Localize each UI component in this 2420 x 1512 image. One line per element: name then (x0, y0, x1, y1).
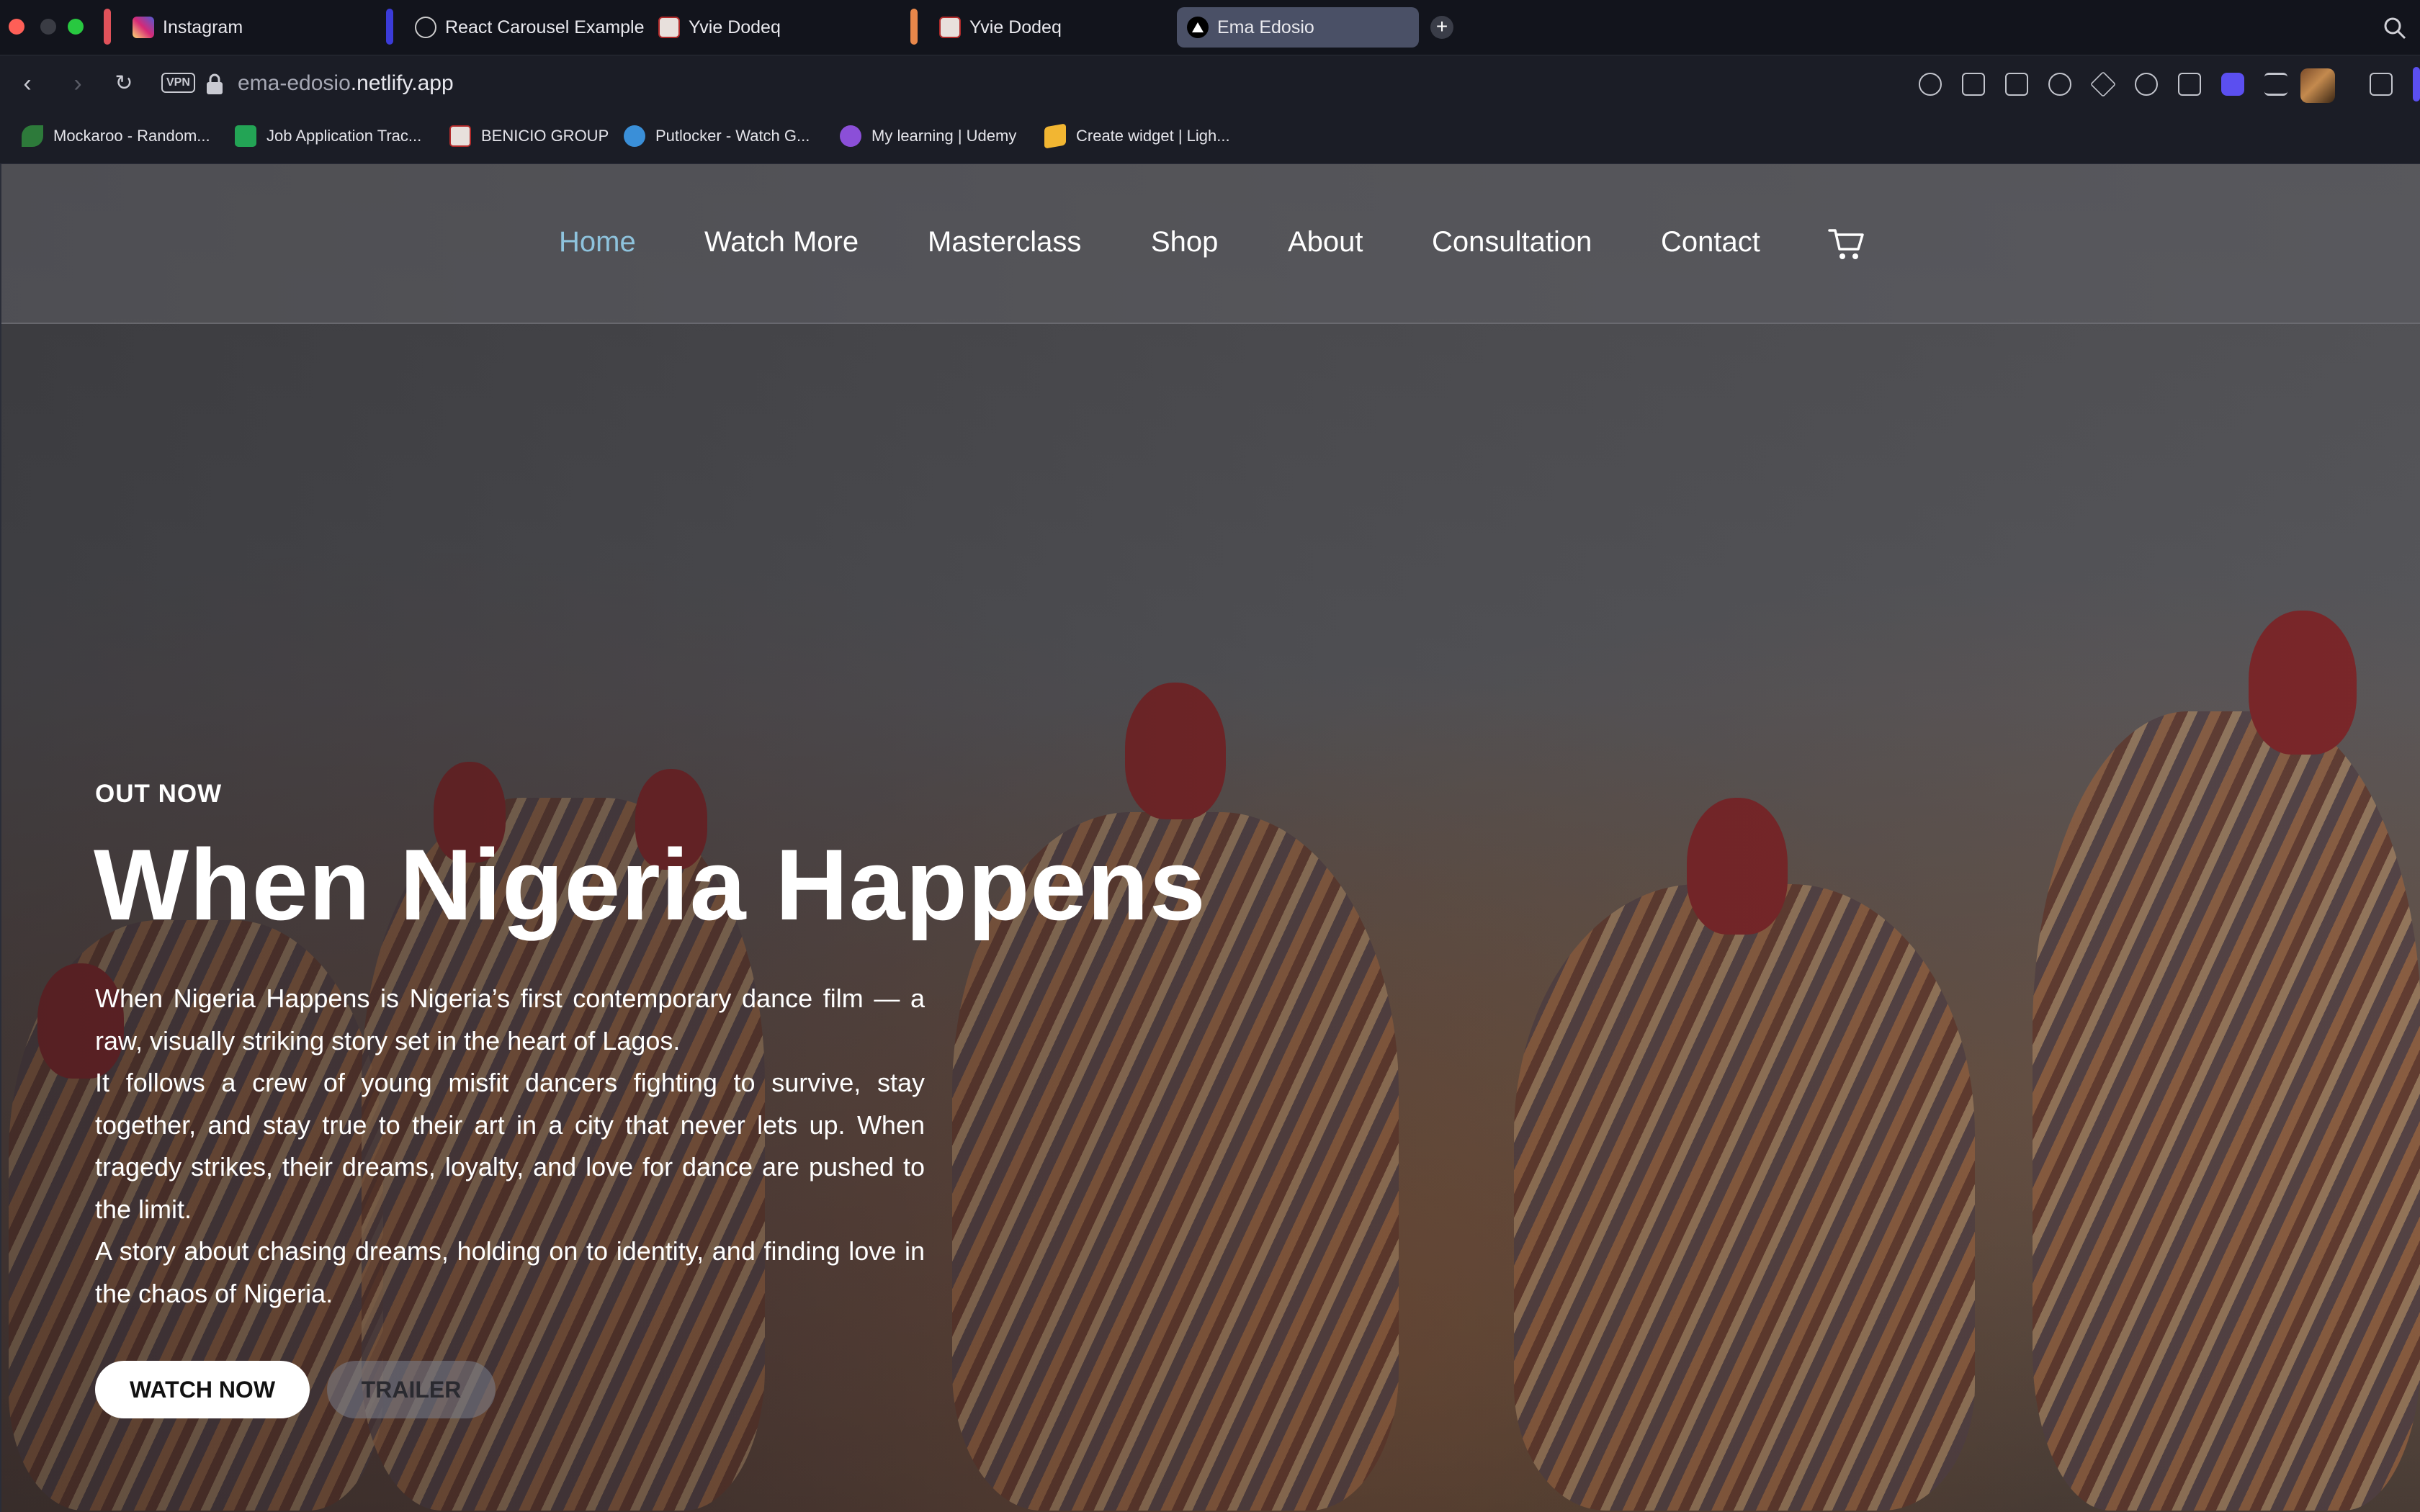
tab-label: Ema Edosio (1217, 17, 1314, 37)
nav-link-masterclass[interactable]: Masterclass (928, 226, 1081, 258)
download-icon[interactable] (2178, 73, 2201, 96)
edit-icon[interactable] (1962, 73, 1985, 96)
site-favicon-icon (939, 17, 961, 38)
sidebar-accent (2413, 67, 2420, 102)
forward-icon[interactable]: › (63, 70, 92, 99)
mockaroo-icon (22, 125, 43, 147)
back-icon[interactable]: ‹ (13, 70, 42, 99)
heart-icon[interactable] (2135, 73, 2158, 96)
tab-label: Instagram (163, 17, 243, 37)
page-viewport: Home Watch More Masterclass Shop About C… (0, 164, 2420, 1512)
nav-link-home[interactable]: Home (559, 226, 636, 258)
settings-sliders-icon[interactable] (2264, 73, 2287, 96)
bookmark-label: Job Application Trac... (266, 127, 422, 145)
cube-icon[interactable] (2370, 73, 2393, 96)
nav-link-watch-more[interactable]: Watch More (704, 226, 859, 258)
profile-avatar[interactable] (2300, 68, 2335, 103)
emoji-icon[interactable] (1919, 73, 1942, 96)
bookmark-label: Putlocker - Watch G... (655, 127, 810, 145)
close-window-button[interactable] (9, 19, 24, 35)
vpn-badge[interactable]: VPN (161, 73, 195, 93)
globe-icon (415, 17, 436, 38)
nav-link-consultation[interactable]: Consultation (1432, 226, 1592, 258)
bookmark-benicio-group[interactable]: BENICIO GROUP (449, 125, 609, 147)
bookmark-udemy[interactable]: My learning | Udemy (840, 125, 1016, 147)
netlify-triangle-icon (1187, 17, 1209, 38)
tab-group-indicator (386, 9, 393, 45)
bookmarks-bar: Mockaroo - Random... Job Application Tra… (0, 112, 2420, 164)
address-bar: ‹ › ↻ VPN ema-edosio.netlify.app (0, 55, 2420, 112)
tab-react-carousel[interactable]: React Carousel Example (405, 7, 655, 48)
url-field[interactable]: ema-edosio.netlify.app (238, 71, 454, 96)
udemy-icon (840, 125, 861, 147)
hero-title: When Nigeria Happens (94, 828, 1206, 941)
tab-label: React Carousel Example (445, 17, 645, 37)
new-tab-button[interactable]: + (1430, 16, 1453, 39)
play-icon[interactable] (2089, 71, 2117, 98)
tab-label: Yvie Dodeq (689, 17, 781, 37)
bookmark-label: Create widget | Ligh... (1076, 127, 1230, 145)
sticky-note-icon (1044, 123, 1066, 149)
bookmark-label: My learning | Udemy (871, 127, 1017, 145)
shield-icon[interactable] (2048, 73, 2071, 96)
hero-paragraph: It follows a crew of young misfit dancer… (95, 1068, 925, 1224)
minimize-window-button[interactable] (40, 19, 56, 35)
tab-group-indicator (910, 9, 918, 45)
cart-icon[interactable] (1828, 226, 1865, 262)
site-favicon-icon (449, 125, 471, 147)
bookmark-label: BENICIO GROUP (481, 127, 609, 145)
tab-ema-edosio[interactable]: Ema Edosio (1177, 7, 1419, 48)
bookmark-mockaroo[interactable]: Mockaroo - Random... (22, 125, 210, 147)
reload-icon[interactable]: ↻ (109, 70, 138, 99)
bookmark-create-widget[interactable]: Create widget | Ligh... (1044, 123, 1230, 149)
hero-eyebrow: OUT NOW (95, 780, 223, 808)
search-icon[interactable] (2383, 16, 2407, 40)
tab-instagram[interactable]: Instagram (122, 7, 253, 48)
instagram-icon (133, 17, 154, 38)
sidebar-toggle-icon[interactable] (2221, 73, 2244, 96)
nav-link-about[interactable]: About (1288, 226, 1363, 258)
nav-link-contact[interactable]: Contact (1661, 226, 1760, 258)
bookmark-job-application[interactable]: Job Application Trac... (235, 125, 421, 147)
tab-yvie-dodeq-1[interactable]: Yvie Dodeq (648, 7, 791, 48)
spreadsheet-icon (235, 125, 256, 147)
watch-now-button[interactable]: WATCH NOW (95, 1361, 310, 1418)
hero-paragraph: A story about chasing dreams, holding on… (95, 1236, 925, 1308)
browser-tab-bar: Instagram React Carousel Example Yvie Do… (0, 0, 2420, 55)
hero-description: When Nigeria Happens is Nigeria’s first … (95, 978, 925, 1315)
camera-icon[interactable] (2005, 73, 2028, 96)
trailer-button[interactable]: TRAILER (327, 1361, 496, 1418)
site-favicon-icon (658, 17, 680, 38)
bookmark-label: Mockaroo - Random... (53, 127, 210, 145)
tab-group-indicator (104, 9, 111, 45)
tab-label: Yvie Dodeq (969, 17, 1062, 37)
bookmark-putlocker[interactable]: Putlocker - Watch G... (624, 125, 810, 147)
hero-paragraph: When Nigeria Happens is Nigeria’s first … (95, 984, 925, 1056)
tab-yvie-dodeq-2[interactable]: Yvie Dodeq (929, 7, 1072, 48)
lock-icon[interactable] (205, 73, 225, 96)
zoom-window-button[interactable] (68, 19, 84, 35)
site-navbar: Home Watch More Masterclass Shop About C… (1, 164, 2420, 324)
nav-link-shop[interactable]: Shop (1151, 226, 1218, 258)
film-reel-icon (624, 125, 645, 147)
